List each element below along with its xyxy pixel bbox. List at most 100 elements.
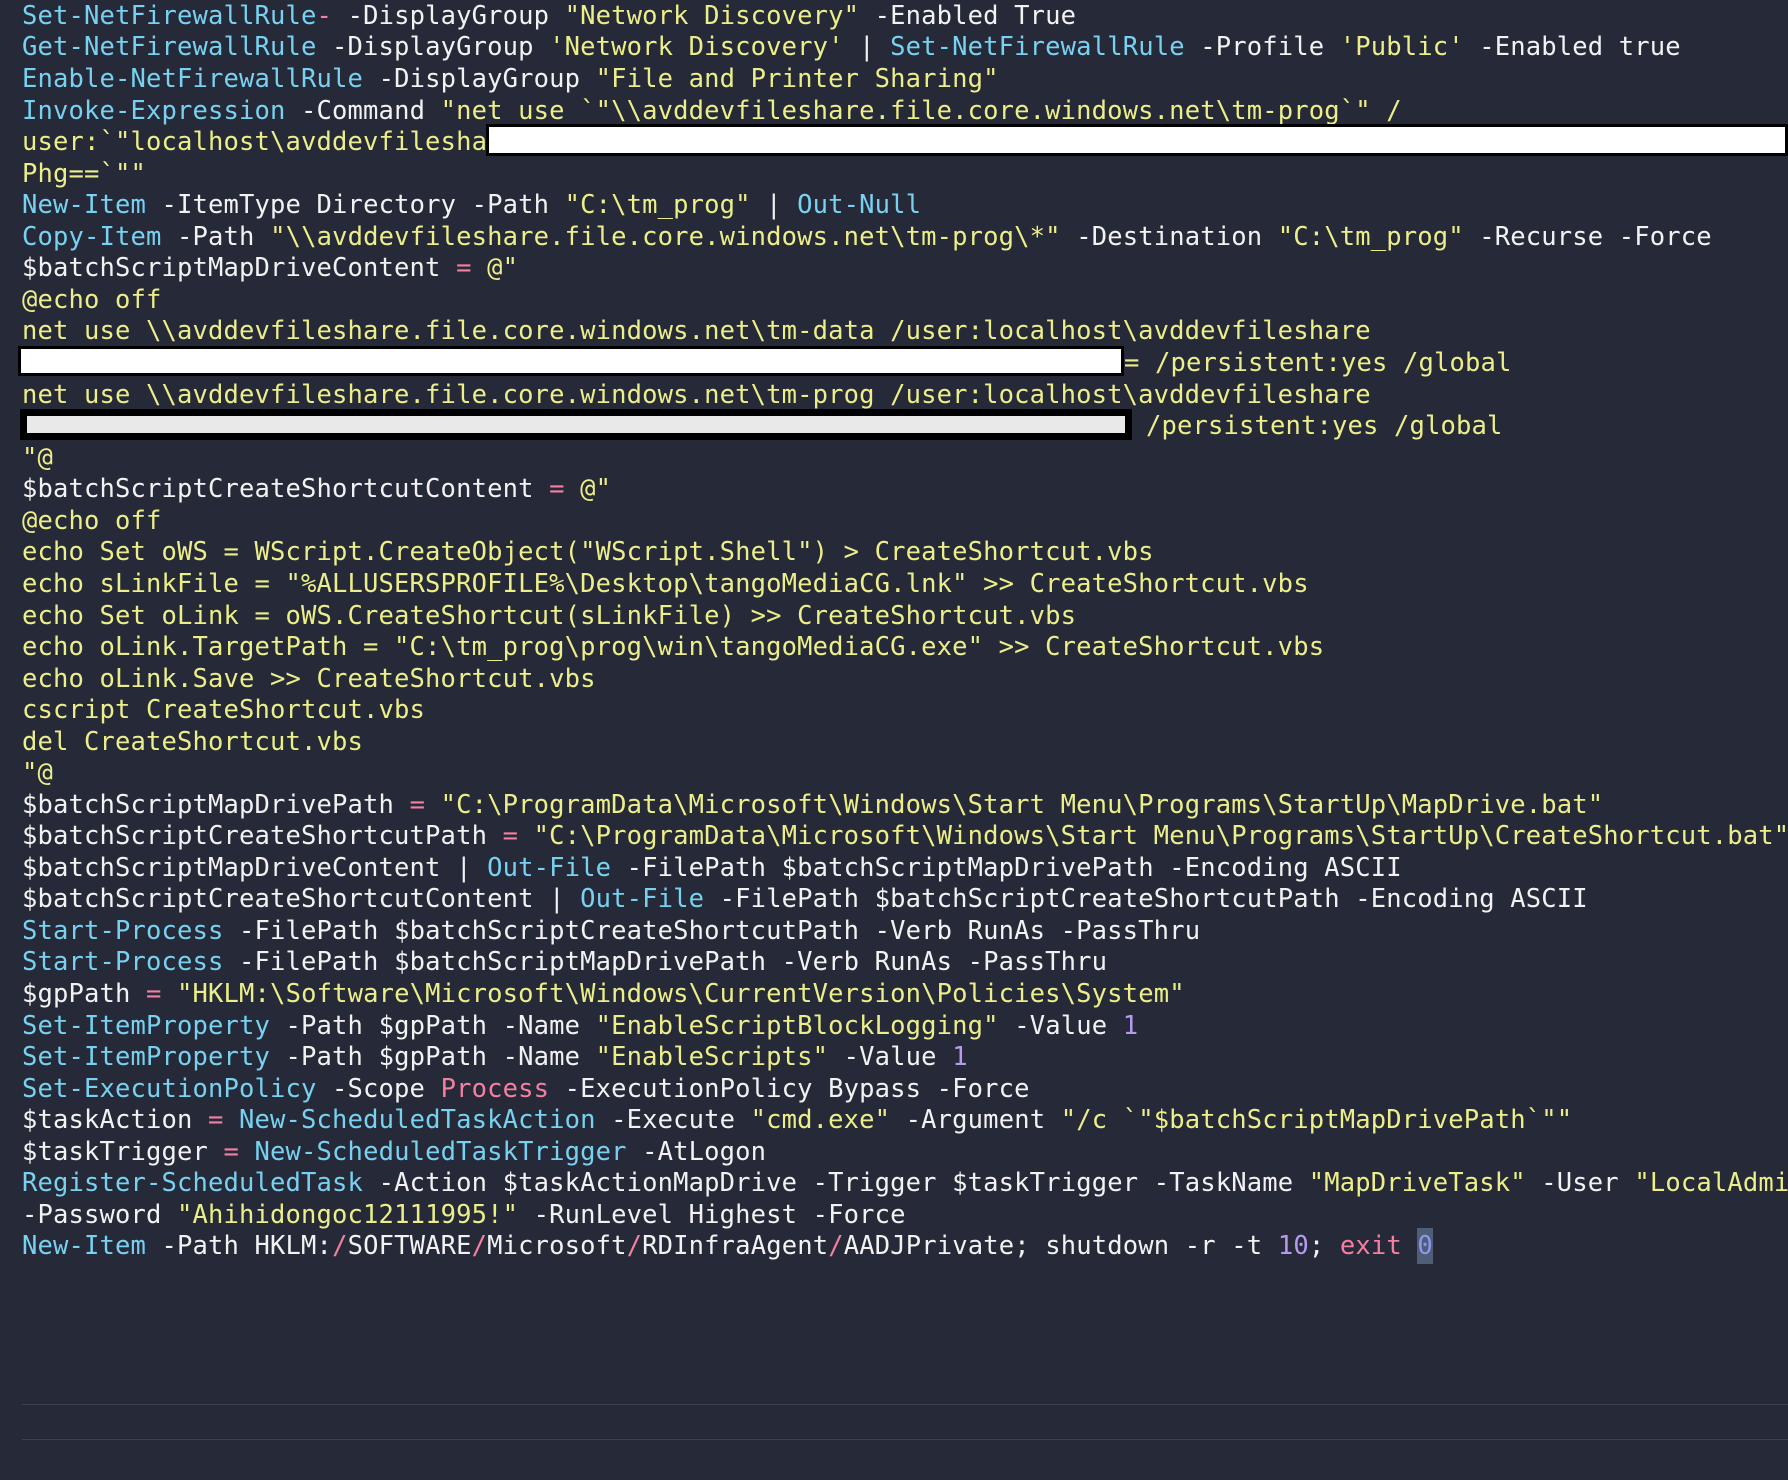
code-token: -RunLevel Highest (518, 1200, 813, 1230)
code-line: cscript CreateShortcut.vbs (22, 692, 425, 728)
code-token: = (487, 821, 534, 851)
code-line: $batchScriptCreateShortcutPath = "C:\Pro… (22, 818, 1788, 854)
code-line: del CreateShortcut.vbs (22, 724, 363, 760)
code-token: -TaskName (1153, 1168, 1309, 1198)
code-token: -Scope (316, 1074, 441, 1104)
code-token: -DisplayGroup (363, 64, 596, 94)
code-token: Set-NetFirewallRule (890, 32, 1185, 62)
code-token: "Ahihidongoc12111995!" (177, 1200, 519, 1230)
code-token: Copy-Item (22, 222, 162, 252)
code-token: $gpPath (22, 979, 131, 1009)
code-token: -Name (502, 1011, 596, 1041)
code-token: -FilePath (704, 884, 875, 914)
code-token: -Value (828, 1042, 953, 1072)
code-token: -Action (363, 1168, 503, 1198)
code-token: $batchScriptCreateShortcutContent (22, 474, 534, 504)
code-token: Enable-NetFirewallRule (22, 64, 364, 94)
code-token: -Force (936, 1074, 1030, 1104)
code-token: @" (580, 474, 612, 504)
code-token: Register-ScheduledTask (22, 1168, 364, 1198)
code-token: New-ScheduledTaskTrigger (254, 1137, 627, 1167)
code-token: -Encoding ASCII (1169, 853, 1402, 883)
code-token: "Network Discovery" (564, 1, 860, 31)
code-token: $batchScriptMapDrivePath (781, 853, 1170, 883)
code-token: SOFTWARE (347, 1231, 472, 1261)
code-token: $batchScriptCreateShortcutPath (22, 821, 488, 851)
code-token: "EnableScriptBlockLogging" (595, 1011, 999, 1041)
code-token: $taskActionMapDrive (502, 1168, 813, 1198)
code-token: "HKLM:\Software\Microsoft\Windows\Curren… (177, 979, 1185, 1009)
code-token: Microsoft (487, 1231, 627, 1261)
code-line: $taskAction = New-ScheduledTaskAction -E… (22, 1102, 1572, 1138)
code-token: Set-NetFirewallRule (22, 1, 317, 31)
code-line: New-Item -ItemType Directory -Path "C:\t… (22, 187, 921, 223)
code-token: $gpPath (378, 1042, 503, 1072)
code-line: echo Set oWS = WScript.CreateObject("WSc… (22, 534, 1154, 570)
code-token: / (828, 1231, 844, 1261)
code-token: -Path (270, 1042, 379, 1072)
code-token: net use \\avddevfileshare.file.core.wind… (22, 316, 1371, 346)
code-token: "C:\ProgramData\Microsoft\Windows\Start … (440, 790, 1604, 820)
code-token: $taskTrigger (952, 1168, 1154, 1198)
code-token: -FilePath (611, 853, 782, 883)
code-token: = (130, 979, 178, 1009)
code-token: "\\avddevfileshare.file.core.windows.net… (270, 222, 1061, 252)
code-token: New-Item (22, 1231, 147, 1261)
code-token: echo Set oLink = oWS.CreateShortcut(sLin… (22, 601, 1077, 631)
code-token: - -DisplayGroup (316, 1, 565, 31)
code-token: echo sLinkFile = "%ALLUSERSPROFILE%\Desk… (22, 569, 1309, 599)
code-token: = (208, 1137, 255, 1167)
code-token: Invoke-Expression (22, 96, 286, 126)
code-token: $taskAction (22, 1105, 193, 1135)
code-token: $batchScriptCreateShortcutPath (394, 916, 875, 946)
code-token: "C:\tm_prog" (564, 190, 751, 220)
code-line: $batchScriptMapDriveContent = @" (22, 250, 518, 286)
code-token: Out-File (580, 884, 705, 914)
code-token: net use \\avddevfileshare.file.core.wind… (22, 380, 1371, 410)
code-token: -FilePath (223, 947, 395, 977)
code-token: -Recurse (1463, 222, 1619, 252)
code-line: "@ (22, 755, 53, 791)
redaction-bar (18, 346, 1124, 376)
code-token: -Name (502, 1042, 596, 1072)
code-token: echo Set oWS = WScript.CreateObject("WSc… (22, 537, 1154, 567)
code-token: Set-ItemProperty (22, 1011, 271, 1041)
code-token: / (332, 1231, 348, 1261)
code-token: del CreateShortcut.vbs (22, 727, 364, 757)
code-token: $batchScriptMapDrivePath (22, 790, 395, 820)
code-token: Start-Process (22, 916, 224, 946)
code-token: 'Public' (1339, 32, 1464, 62)
code-token: -Enabled True (859, 1, 1077, 31)
code-token: -ItemType Directory (146, 190, 472, 220)
code-token: -Profile (1184, 32, 1340, 62)
code-token: "@ (22, 443, 54, 473)
code-token-text: -DisplayGroup (332, 1, 565, 31)
code-token: -Value (998, 1011, 1123, 1041)
code-token: -Command (285, 96, 441, 126)
code-token: 10 (1277, 1231, 1309, 1261)
code-token: "cmd.exe" (750, 1105, 891, 1135)
code-token: Get-NetFirewallRule (22, 32, 317, 62)
code-token: New-ScheduledTaskAction (239, 1105, 596, 1135)
code-line: net use \\avddevfileshare.file.core.wind… (22, 313, 1371, 349)
code-token: Out-File (487, 853, 612, 883)
code-token: $batchScriptMapDriveContent | (22, 853, 488, 883)
code-token: @echo off (22, 285, 162, 315)
code-token: -Path HKLM: (146, 1231, 333, 1261)
code-token: -Enabled true (1463, 32, 1681, 62)
code-line: $batchScriptCreateShortcutContent | Out-… (22, 881, 1588, 917)
code-token: = (192, 1105, 240, 1135)
code-token: "MapDriveTask" (1308, 1168, 1526, 1198)
code-token: | (843, 32, 891, 62)
code-token: "LocalAdmin" (1634, 1168, 1788, 1198)
code-token: echo oLink.TargetPath = "C:\tm_prog\prog… (22, 632, 1325, 662)
code-token: -PassThru (967, 947, 1108, 977)
code-token: $batchScriptMapDriveContent (22, 253, 441, 283)
code-line: Register-ScheduledTask -Action $taskActi… (22, 1165, 1788, 1201)
code-editor[interactable]: Set-NetFirewallRule- -DisplayGroup "Netw… (0, 0, 1788, 1480)
code-token: ; (1308, 1231, 1340, 1261)
code-token: exit (1339, 1231, 1418, 1261)
code-token: $taskTrigger (22, 1137, 209, 1167)
code-token: -Verb RunAs (874, 916, 1061, 946)
code-token: Start-Process (22, 947, 224, 977)
